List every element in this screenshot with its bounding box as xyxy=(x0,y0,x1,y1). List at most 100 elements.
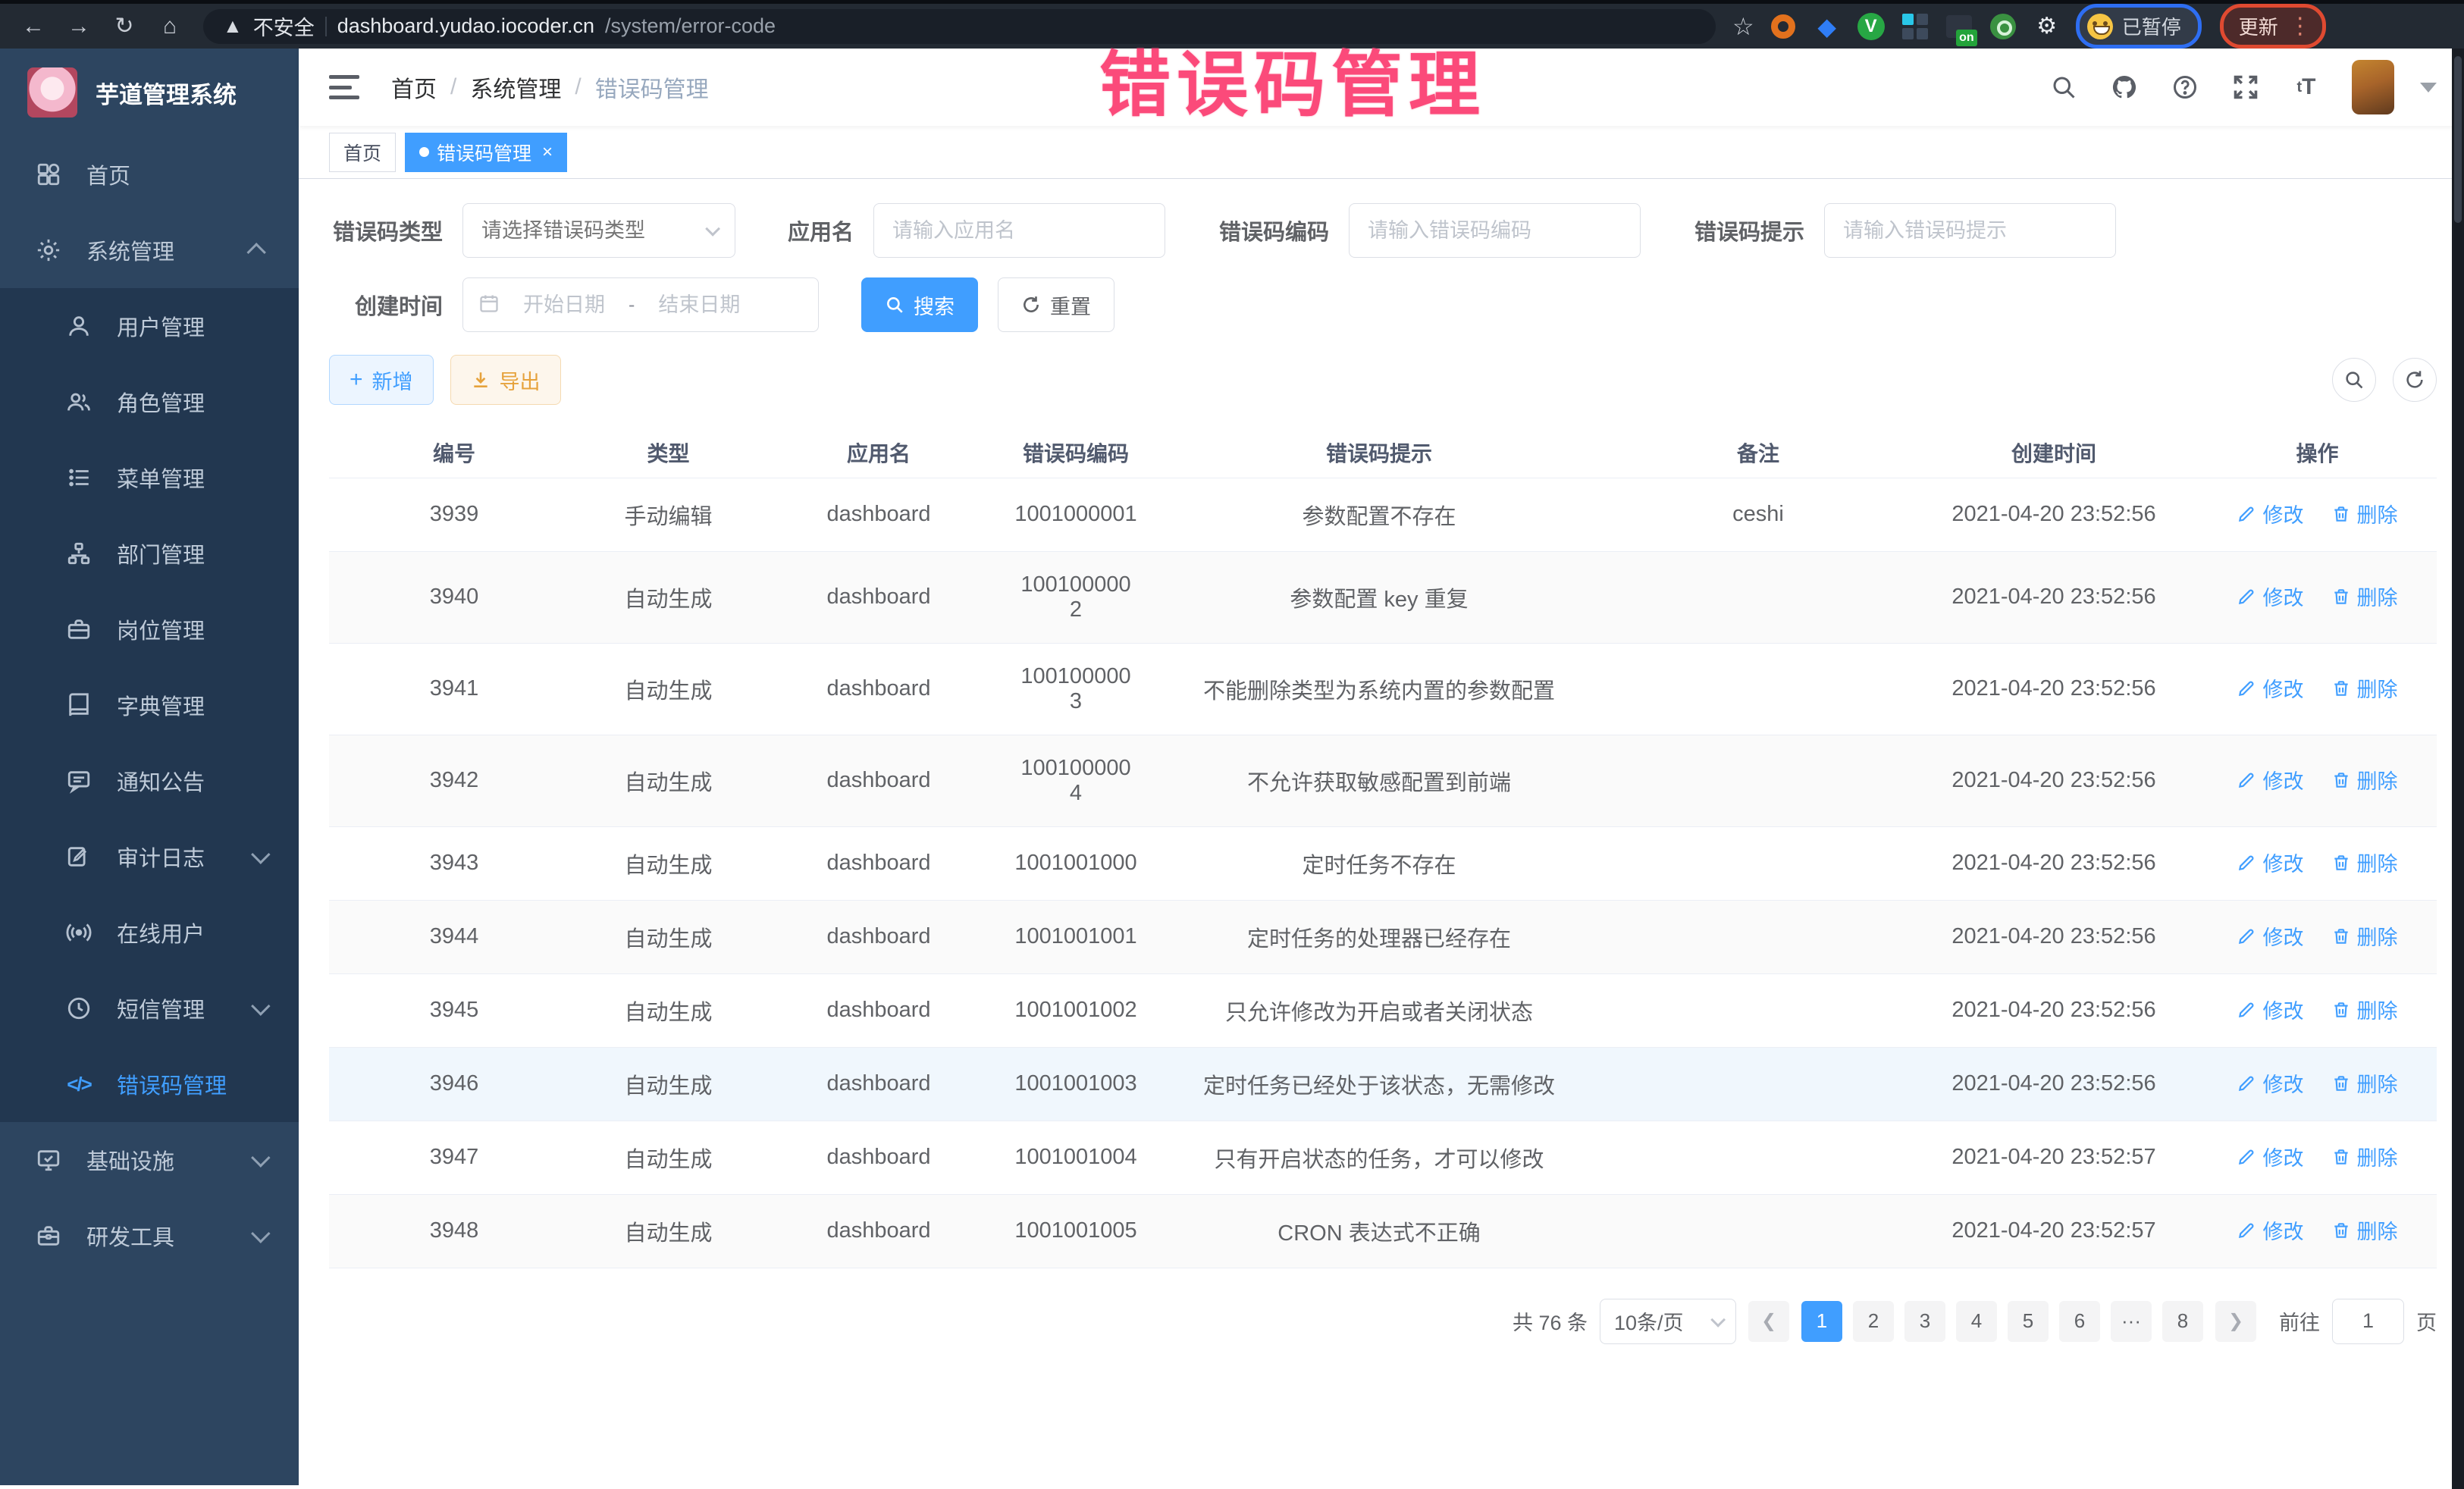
page-button-1[interactable]: 1 xyxy=(1801,1301,1842,1342)
orange-ring-icon[interactable] xyxy=(1768,11,1798,42)
delete-link[interactable]: 删除 xyxy=(2331,581,2398,611)
sidebar-item-online-user[interactable]: 在线用户 xyxy=(0,895,299,970)
browser-menu-kebab-icon[interactable]: ⋮ xyxy=(2289,13,2312,39)
sidebar-item-role-users[interactable]: 角色管理 xyxy=(0,364,299,440)
github-icon[interactable] xyxy=(2109,72,2140,102)
delete-link[interactable]: 删除 xyxy=(2331,1068,2398,1098)
edit-link[interactable]: 修改 xyxy=(2237,921,2303,951)
tab-home[interactable]: 首页 xyxy=(329,133,396,172)
blue-gem-icon[interactable]: ◆ xyxy=(1812,11,1842,42)
toggle-search-button[interactable] xyxy=(2332,358,2376,402)
puzzle-icon[interactable]: ⚙ xyxy=(2032,11,2062,42)
cell-type: 自动生成 xyxy=(579,973,757,1047)
prev-page-button[interactable]: ❮ xyxy=(1748,1301,1789,1342)
address-bar[interactable]: ▲ 不安全 dashboard.yudao.iocoder.cn/system/… xyxy=(203,9,1716,44)
edit-link[interactable]: 修改 xyxy=(2237,673,2303,703)
error-code-field[interactable] xyxy=(1349,203,1641,258)
delete-link[interactable]: 删除 xyxy=(2331,848,2398,877)
sidebar-item-home-grid[interactable]: 首页 xyxy=(0,136,299,212)
tab-error-code[interactable]: 错误码管理 × xyxy=(405,133,567,172)
bookmark-star-icon[interactable]: ☆ xyxy=(1732,12,1754,41)
sidebar-item-gear[interactable]: 系统管理 xyxy=(0,212,299,288)
page-button-5[interactable]: 5 xyxy=(2008,1301,2049,1342)
edit-link[interactable]: 修改 xyxy=(2237,1068,2303,1098)
add-button[interactable]: + 新增 xyxy=(329,355,434,405)
error-code-input[interactable] xyxy=(1368,219,1622,243)
back-icon[interactable]: ← xyxy=(14,9,53,44)
user-avatar[interactable] xyxy=(2352,60,2394,114)
help-icon[interactable] xyxy=(2170,72,2200,102)
error-type-select[interactable] xyxy=(462,203,735,258)
reset-button[interactable]: 重置 xyxy=(998,277,1114,332)
delete-link[interactable]: 删除 xyxy=(2331,499,2398,528)
app-name-field[interactable] xyxy=(873,203,1165,258)
pager-ellipsis[interactable]: ··· xyxy=(2111,1301,2152,1342)
start-date-input[interactable] xyxy=(507,293,621,317)
cell-code: 1001001004 xyxy=(1000,1121,1152,1194)
edit-link[interactable]: 修改 xyxy=(2237,499,2303,528)
page-size-select[interactable]: 10条/页 xyxy=(1600,1299,1736,1344)
edit-link[interactable]: 修改 xyxy=(2237,765,2303,795)
search-button[interactable]: 搜索 xyxy=(861,277,978,332)
app-name-input[interactable] xyxy=(892,219,1146,243)
delete-link[interactable]: 删除 xyxy=(2331,673,2398,703)
fullscreen-icon[interactable] xyxy=(2230,72,2261,102)
sidebar-item-infra-monitor[interactable]: 基础设施 xyxy=(0,1122,299,1198)
breadcrumb-system[interactable]: 系统管理 xyxy=(470,71,561,104)
cell-created: 2021-04-20 23:52:57 xyxy=(1910,1194,2198,1268)
sidebar-item-notice-bubble[interactable]: 通知公告 xyxy=(0,743,299,819)
page-button-2[interactable]: 2 xyxy=(1853,1301,1894,1342)
next-page-button[interactable]: ❯ xyxy=(2215,1301,2256,1342)
goto-page-field[interactable] xyxy=(2332,1299,2404,1344)
error-type-select-input[interactable] xyxy=(481,219,694,243)
goto-page-input[interactable] xyxy=(2345,1309,2391,1333)
profile-paused-pill[interactable]: 已暂停 xyxy=(2076,4,2202,49)
sidebar-item-dev-tools[interactable]: 研发工具 xyxy=(0,1198,299,1274)
on-badge-icon[interactable]: on xyxy=(1944,11,1974,42)
page-button-4[interactable]: 4 xyxy=(1956,1301,1997,1342)
page-button-6[interactable]: 6 xyxy=(2059,1301,2100,1342)
tiles-icon[interactable] xyxy=(1900,11,1930,42)
page-button-8[interactable]: 8 xyxy=(2162,1301,2203,1342)
sidebar-item-menu-list[interactable]: 菜单管理 xyxy=(0,440,299,516)
search-icon[interactable] xyxy=(2049,72,2079,102)
edit-link[interactable]: 修改 xyxy=(2237,1215,2303,1245)
delete-link[interactable]: 删除 xyxy=(2331,921,2398,951)
export-button[interactable]: 导出 xyxy=(450,355,561,405)
reload-icon[interactable]: ↻ xyxy=(105,9,144,44)
sidebar-item-sms-bubble[interactable]: 短信管理 xyxy=(0,970,299,1046)
green-key-icon[interactable] xyxy=(1988,11,2018,42)
hamburger-icon[interactable] xyxy=(329,75,359,99)
error-msg-input[interactable] xyxy=(1843,219,2097,243)
page-button-3[interactable]: 3 xyxy=(1904,1301,1945,1342)
edit-link[interactable]: 修改 xyxy=(2237,848,2303,877)
avatar-caret-down-icon[interactable] xyxy=(2420,83,2437,92)
delete-link[interactable]: 删除 xyxy=(2331,1215,2398,1245)
font-size-icon[interactable]: tT xyxy=(2291,72,2321,102)
sidebar-item-error-code[interactable]: </>错误码管理 xyxy=(0,1046,299,1122)
delete-link[interactable]: 删除 xyxy=(2331,765,2398,795)
sidebar-item-dict-book[interactable]: 字典管理 xyxy=(0,667,299,743)
forward-icon[interactable]: → xyxy=(59,9,99,44)
sidebar-item-dept-tree[interactable]: 部门管理 xyxy=(0,516,299,591)
home-icon[interactable]: ⌂ xyxy=(150,9,190,44)
error-msg-field[interactable] xyxy=(1824,203,2116,258)
browser-update-button[interactable]: 更新 ⋮ xyxy=(2220,4,2326,49)
breadcrumb-home[interactable]: 首页 xyxy=(391,71,437,104)
table-row: 3946 自动生成 dashboard 1001001003 定时任务已经处于该… xyxy=(329,1047,2437,1121)
green-v-icon[interactable]: V xyxy=(1856,11,1886,42)
delete-link[interactable]: 删除 xyxy=(2331,1142,2398,1171)
edit-link[interactable]: 修改 xyxy=(2237,1142,2303,1171)
sidebar-item-audit-log[interactable]: 审计日志 xyxy=(0,819,299,895)
sidebar-item-user[interactable]: 用户管理 xyxy=(0,288,299,364)
edit-link[interactable]: 修改 xyxy=(2237,995,2303,1024)
date-range-picker[interactable]: - xyxy=(462,277,819,332)
refresh-button[interactable] xyxy=(2393,358,2437,402)
delete-link[interactable]: 删除 xyxy=(2331,995,2398,1024)
end-date-input[interactable] xyxy=(642,293,756,317)
window-scrollbar[interactable] xyxy=(2452,49,2464,1489)
sidebar-item-post-briefcase[interactable]: 岗位管理 xyxy=(0,591,299,667)
edit-link[interactable]: 修改 xyxy=(2237,581,2303,611)
sidebar-logo-row[interactable]: 芋道管理系统 xyxy=(0,49,299,136)
tab-close-icon[interactable]: × xyxy=(542,142,553,163)
